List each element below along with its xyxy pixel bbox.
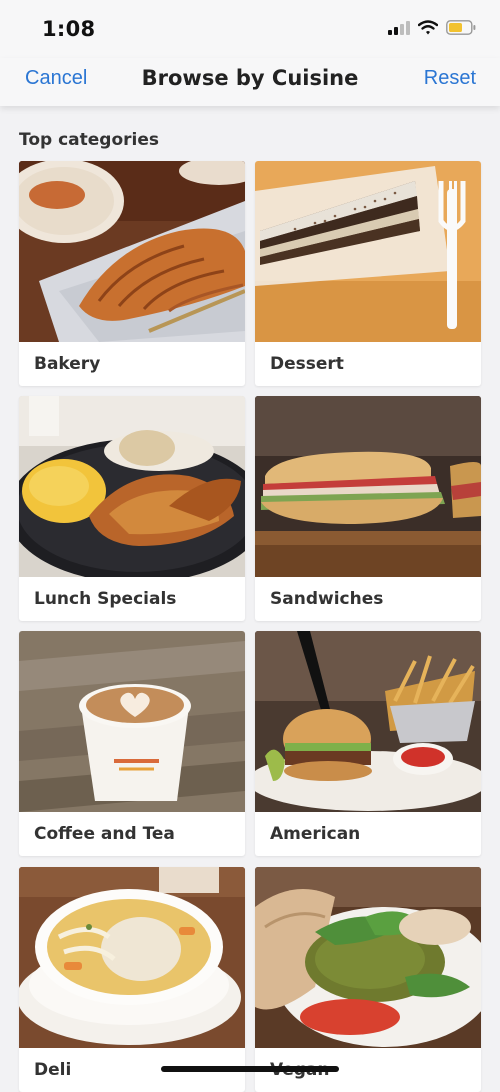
burger-fries-photo <box>255 631 481 812</box>
category-card-lunch-specials[interactable]: Lunch Specials <box>19 396 245 621</box>
category-label: Coffee and Tea <box>34 824 175 844</box>
croissant-photo <box>19 161 245 342</box>
status-time: 1:08 <box>42 17 96 41</box>
battery-icon <box>446 20 476 39</box>
cellular-signal-icon <box>388 20 410 39</box>
category-card-bakery[interactable]: Bakery <box>19 161 245 386</box>
home-indicator[interactable] <box>161 1066 339 1072</box>
category-card-dessert[interactable]: Dessert <box>255 161 481 386</box>
category-card-vegan[interactable]: Vegan <box>255 867 481 1092</box>
status-bar: 1:08 <box>0 0 500 58</box>
category-card-deli[interactable]: Deli <box>19 867 245 1092</box>
category-card-american[interactable]: American <box>255 631 481 856</box>
category-card-coffee-and-tea[interactable]: Coffee and Tea <box>19 631 245 856</box>
cake-slice-photo <box>255 161 481 342</box>
wifi-icon <box>417 20 439 39</box>
category-card-sandwiches[interactable]: Sandwiches <box>255 396 481 621</box>
category-label: Lunch Specials <box>34 589 177 609</box>
sandwich-photo <box>255 396 481 577</box>
status-icons <box>388 20 476 39</box>
category-label: Bakery <box>34 354 101 374</box>
category-label: Deli <box>34 1060 72 1080</box>
chicken-plate-photo <box>19 396 245 577</box>
category-label: Dessert <box>270 354 344 374</box>
category-label: Sandwiches <box>270 589 384 609</box>
soup-bowl-photo <box>19 867 245 1048</box>
reset-button[interactable]: Reset <box>424 67 476 90</box>
category-label: American <box>270 824 361 844</box>
latte-cup-photo <box>19 631 245 812</box>
section-title: Top categories <box>19 130 160 150</box>
falafel-pita-photo <box>255 867 481 1048</box>
navigation-bar: Cancel Browse by Cuisine Reset <box>0 58 500 106</box>
